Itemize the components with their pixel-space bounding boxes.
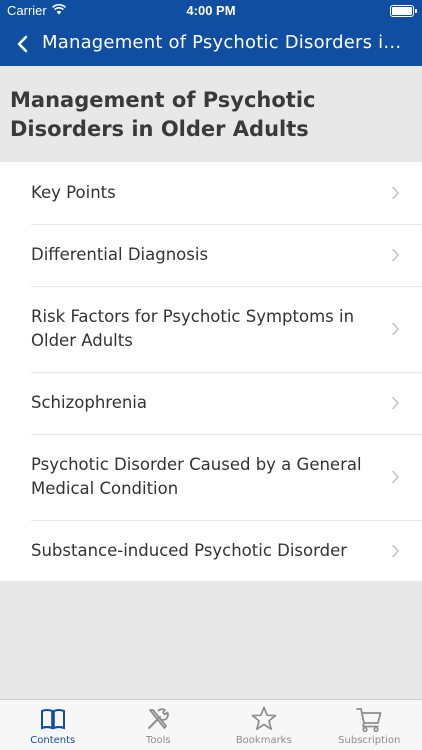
tab-bar: Contents Tools Bookmarks Subscription xyxy=(0,699,422,750)
list-item-substance-induced[interactable]: Substance-induced Psychotic Disorder xyxy=(0,520,422,581)
list-item-general-medical-condition[interactable]: Psychotic Disorder Caused by a General M… xyxy=(0,434,422,520)
nav-title: Management of Psychotic Disorders in... xyxy=(42,32,404,53)
tab-bookmarks[interactable]: Bookmarks xyxy=(211,700,317,750)
tab-label: Contents xyxy=(30,735,76,746)
chevron-right-icon xyxy=(392,186,400,200)
contents-list: Key Points Differential Diagnosis Risk F… xyxy=(0,162,422,581)
list-item-schizophrenia[interactable]: Schizophrenia xyxy=(0,372,422,434)
list-item-risk-factors[interactable]: Risk Factors for Psychotic Symptoms in O… xyxy=(0,286,422,372)
list-item-label: Substance-induced Psychotic Disorder xyxy=(31,540,348,560)
chevron-right-icon xyxy=(392,396,400,410)
clock: 4:00 PM xyxy=(186,3,236,18)
book-icon xyxy=(40,709,65,730)
navigation-bar: Management of Psychotic Disorders in... xyxy=(0,22,422,66)
tab-subscription[interactable]: Subscription xyxy=(317,700,422,750)
list-item-label: Differential Diagnosis xyxy=(31,245,209,264)
page-header: Management of Psychotic Disorders in Old… xyxy=(0,66,422,162)
tab-tools[interactable]: Tools xyxy=(106,700,212,750)
list-item-label: Risk Factors for Psychotic Symptoms in O… xyxy=(31,307,355,350)
tab-label: Subscription xyxy=(338,735,401,746)
list-item-label: Schizophrenia xyxy=(31,393,147,412)
list-item-label: Psychotic Disorder Caused by a General M… xyxy=(31,455,362,498)
chevron-right-icon xyxy=(392,322,400,336)
status-bar: Carrier 4:00 PM xyxy=(0,0,422,22)
chevron-left-icon xyxy=(17,35,28,53)
chevron-right-icon xyxy=(392,248,400,262)
back-button[interactable] xyxy=(8,30,36,58)
battery-icon xyxy=(390,5,417,17)
cart-icon xyxy=(356,708,382,733)
tab-contents[interactable]: Contents xyxy=(0,700,106,750)
star-icon xyxy=(251,706,277,731)
tab-label: Bookmarks xyxy=(235,735,292,746)
list-item-key-points[interactable]: Key Points xyxy=(0,162,422,224)
list-item-differential-diagnosis[interactable]: Differential Diagnosis xyxy=(0,224,422,286)
tools-icon xyxy=(148,708,170,729)
list-item-label: Key Points xyxy=(31,183,116,202)
chevron-right-icon xyxy=(392,544,400,557)
page-title: Management of Psychotic Disorders in Old… xyxy=(10,88,316,141)
chevron-right-icon xyxy=(392,470,400,484)
tab-label: Tools xyxy=(145,735,171,746)
